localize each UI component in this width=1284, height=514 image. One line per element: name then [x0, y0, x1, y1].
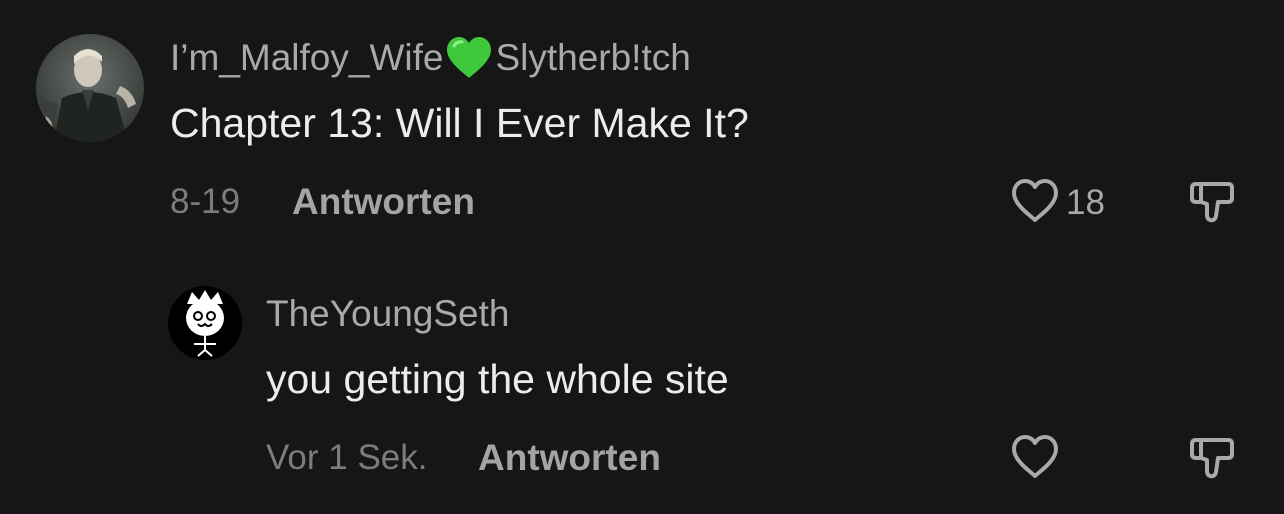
- comment-username[interactable]: TheYoungSeth: [266, 293, 509, 335]
- like-button[interactable]: [1010, 434, 1060, 480]
- avatar[interactable]: [168, 286, 242, 360]
- reply-comment-item: TheYoungSeth you getting the whole site …: [0, 250, 1284, 514]
- comment-text: you getting the whole site: [266, 356, 729, 402]
- username-text-suffix: Slytherb!tch: [495, 37, 691, 78]
- dislike-button[interactable]: [1188, 178, 1236, 226]
- heart-outline-icon: [1012, 179, 1058, 222]
- like-count: 18: [1066, 183, 1105, 222]
- thumbs-down-icon: [1190, 438, 1234, 479]
- comment-text: Chapter 13: Will I Ever Make It?: [170, 100, 749, 146]
- reply-button[interactable]: Antworten: [478, 437, 661, 479]
- thumbs-down-icon: [1190, 182, 1234, 223]
- reply-button[interactable]: Antworten: [292, 181, 475, 223]
- username-text: I’m_Malfoy_Wife: [170, 37, 444, 78]
- avatar[interactable]: [36, 34, 144, 142]
- avatar-drawing: [168, 286, 242, 360]
- comment-date: 8-19: [170, 182, 241, 221]
- like-button[interactable]: [1010, 178, 1060, 224]
- comment-item: I’m_Malfoy_Wife Slytherb!tch Chapter 13:…: [0, 0, 1284, 250]
- comment-date: Vor 1 Sek.: [266, 438, 428, 477]
- avatar-photo: [36, 34, 144, 142]
- dislike-button[interactable]: [1188, 434, 1236, 482]
- comment-username[interactable]: I’m_Malfoy_Wife Slytherb!tch: [170, 36, 691, 80]
- green-heart-icon: [445, 36, 493, 80]
- heart-outline-icon: [1012, 435, 1058, 478]
